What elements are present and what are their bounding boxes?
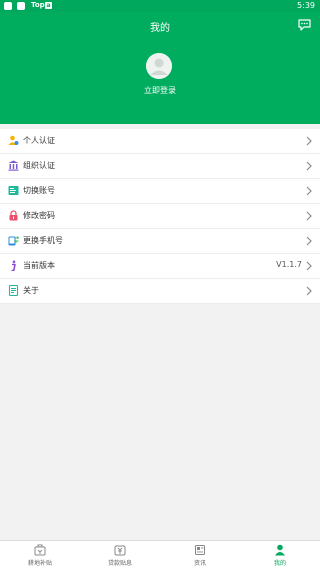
notification-icon xyxy=(4,2,12,10)
menu-item-current-version[interactable]: 当前版本 V1.1.7 xyxy=(0,254,320,279)
page-title: 我的 xyxy=(150,23,170,34)
version-value: V1.1.7 xyxy=(276,260,302,269)
chevron-right-icon xyxy=(306,236,312,246)
login-button[interactable]: 立即登录 xyxy=(0,85,320,96)
phone-icon xyxy=(8,236,19,246)
profile-header: 我的 立即登录 xyxy=(0,12,320,124)
subsidy-icon xyxy=(34,544,46,556)
bottom-nav: 耕地补贴 贷款贴息 资讯 我的 xyxy=(0,540,320,569)
user-avatar-icon xyxy=(146,53,172,79)
bank-building-icon xyxy=(8,160,19,171)
avatar[interactable] xyxy=(146,53,172,79)
status-app-label: Top xyxy=(31,1,45,9)
status-time: 5:39 xyxy=(297,1,315,10)
settings-menu: 个人认证 组织认证 切换账号 修改密码 更换手机号 当前版本 V1.1.7 关于 xyxy=(0,129,320,304)
tab-subsidy[interactable]: 耕地补贴 xyxy=(0,541,80,569)
message-icon[interactable] xyxy=(298,19,311,31)
menu-item-label: 个人认证 xyxy=(23,136,55,145)
status-badge: a xyxy=(45,2,52,9)
tab-label: 资讯 xyxy=(193,560,206,567)
chevron-right-icon xyxy=(306,286,312,296)
menu-item-label: 切换账号 xyxy=(23,186,55,195)
menu-item-label: 组织认证 xyxy=(23,161,55,170)
menu-item-label: 当前版本 xyxy=(23,261,55,270)
tab-news[interactable]: 资讯 xyxy=(160,541,240,569)
tab-label: 贷款贴息 xyxy=(107,560,132,567)
menu-item-about[interactable]: 关于 xyxy=(0,279,320,304)
tab-loan[interactable]: 贷款贴息 xyxy=(80,541,160,569)
chevron-right-icon xyxy=(306,136,312,146)
switch-account-icon xyxy=(8,186,19,195)
info-icon xyxy=(11,260,16,271)
profile-icon xyxy=(275,544,285,556)
tab-label: 我的 xyxy=(273,560,286,567)
loan-icon xyxy=(114,545,126,556)
news-icon xyxy=(195,545,205,555)
chevron-right-icon xyxy=(306,211,312,221)
tab-profile[interactable]: 我的 xyxy=(240,541,320,569)
chevron-right-icon xyxy=(306,261,312,271)
lock-icon xyxy=(9,210,18,221)
menu-item-change-phone[interactable]: 更换手机号 xyxy=(0,229,320,254)
status-bar: Top a 5:39 xyxy=(0,0,320,12)
menu-item-switch-account[interactable]: 切换账号 xyxy=(0,179,320,204)
chevron-right-icon xyxy=(306,161,312,171)
menu-item-change-password[interactable]: 修改密码 xyxy=(0,204,320,229)
notification-icon xyxy=(17,2,25,10)
menu-item-label: 关于 xyxy=(23,286,39,295)
menu-item-label: 更换手机号 xyxy=(23,236,63,245)
about-document-icon xyxy=(8,285,19,296)
chevron-right-icon xyxy=(306,186,312,196)
menu-item-label: 修改密码 xyxy=(23,211,55,220)
tab-label: 耕地补贴 xyxy=(27,560,52,567)
menu-item-personal-verify[interactable]: 个人认证 xyxy=(0,129,320,154)
menu-item-org-verify[interactable]: 组织认证 xyxy=(0,154,320,179)
person-verify-icon xyxy=(8,135,19,145)
